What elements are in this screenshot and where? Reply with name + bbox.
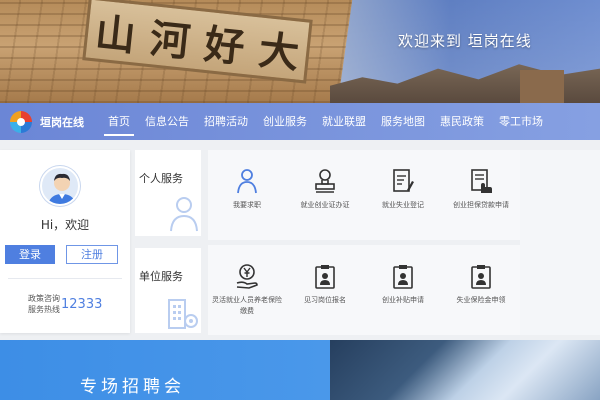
clipboard-person-icon: [471, 265, 491, 289]
job-fair-title: 专场招聘会: [80, 377, 185, 397]
personal-services-title: 个人服务: [139, 172, 183, 185]
service-employment-certificate[interactable]: 就业创业证办证: [286, 150, 364, 240]
personal-services-tile[interactable]: 个人服务: [135, 150, 201, 236]
handshake-photo: [330, 340, 600, 400]
service-label: 我要求职: [233, 201, 261, 209]
service-label: 就业失业登记: [382, 201, 424, 209]
main-nav: 垣岗在线 首页 信息公告 招聘活动 创业服务 就业联盟 服务地图 惠民政策 零工…: [0, 103, 600, 140]
nav-item-policies[interactable]: 惠民政策: [440, 103, 484, 140]
login-button[interactable]: 登录: [5, 245, 55, 264]
document-edit-icon: [393, 169, 414, 192]
grid-filler-panel: [520, 150, 600, 335]
service-startup-loan[interactable]: 创业担保贷款申请: [442, 150, 520, 240]
greeting-text: Hi，欢迎: [40, 218, 90, 232]
user-outline-icon: [170, 197, 198, 232]
service-label: 见习岗位报名: [304, 296, 346, 304]
watchtower-image: [520, 70, 564, 103]
service-internship-signup[interactable]: 见习岗位报名: [286, 245, 364, 335]
nav-items: 首页 信息公告 招聘活动 创业服务 就业联盟 服务地图 惠民政策 零工市场: [104, 103, 558, 140]
yuan-hand-icon: [236, 264, 258, 289]
nav-item-recruitment[interactable]: 招聘活动: [204, 103, 248, 140]
stamp-icon: [315, 169, 335, 193]
logo-text: 垣岗在线: [40, 115, 84, 129]
unit-services-tile[interactable]: 单位服务: [135, 248, 201, 333]
clipboard-person-icon: [393, 265, 413, 289]
hotline-label: 政策咨询服务热线: [28, 294, 60, 314]
site-logo[interactable]: 垣岗在线: [10, 110, 100, 133]
avatar-icon: [40, 166, 80, 206]
plaque-char: 好: [202, 20, 247, 72]
nav-item-home[interactable]: 首页: [104, 103, 134, 140]
hero-banner: 山 河 好 大 欢迎来到 垣岗在线: [0, 0, 600, 103]
nav-item-employment-alliance[interactable]: 就业联盟: [322, 103, 366, 140]
service-label: 创业补贴申请: [382, 296, 424, 304]
nav-item-service-map[interactable]: 服务地图: [381, 103, 425, 140]
person-icon: [237, 169, 257, 194]
plaque-char: 山: [93, 9, 138, 61]
nav-item-entrepreneurship[interactable]: 创业服务: [263, 103, 307, 140]
service-label: 就业创业证办证: [300, 201, 350, 209]
nav-item-gig-market[interactable]: 零工市场: [499, 103, 543, 140]
logo-mark-icon: [10, 110, 32, 133]
nav-item-announcements[interactable]: 信息公告: [145, 103, 189, 140]
plaque-char: 大: [256, 26, 302, 78]
job-fair-banner[interactable]: 专场招聘会: [0, 340, 600, 400]
welcome-text: 欢迎来到 垣岗在线: [398, 32, 532, 50]
unit-services-title: 单位服务: [139, 270, 183, 283]
hotline-number[interactable]: 12333: [61, 297, 102, 312]
service-grid: 我要求职 就业创业证办证 就业失业登记 创业担保贷款申请 灵活就业人员养老保险缴…: [208, 150, 520, 335]
building-icon: [168, 299, 198, 329]
user-card: Hi，欢迎 登录 注册 政策咨询服务热线 12333: [0, 150, 130, 333]
document-hand-icon: [471, 169, 492, 193]
service-startup-subsidy[interactable]: 创业补贴申请: [364, 245, 442, 335]
service-unemployment-benefit[interactable]: 失业保险金申领: [442, 245, 520, 335]
card-divider: [8, 278, 122, 279]
service-pension-payment[interactable]: 灵活就业人员养老保险缴费: [208, 245, 286, 335]
service-job-seeking[interactable]: 我要求职: [208, 150, 286, 240]
register-button[interactable]: 注册: [66, 245, 118, 264]
service-label: 创业担保贷款申请: [453, 201, 509, 209]
clipboard-person-icon: [315, 265, 335, 289]
service-label: 失业保险金申领: [456, 296, 506, 304]
plaque-char: 河: [147, 15, 193, 67]
service-unemployment-registration[interactable]: 就业失业登记: [364, 150, 442, 240]
service-label: 灵活就业人员养老保险缴费: [212, 296, 282, 315]
